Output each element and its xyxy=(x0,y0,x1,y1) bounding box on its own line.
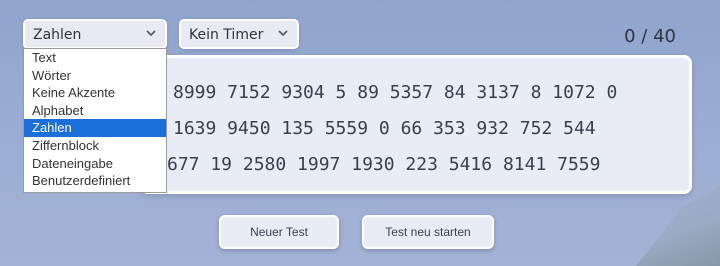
chevron-down-icon xyxy=(278,30,288,37)
dropdown-option-woerter[interactable]: Wörter xyxy=(24,67,166,85)
chevron-down-icon xyxy=(146,30,156,37)
test-text-line: 1639 9450 135 5559 0 66 353 932 752 544 xyxy=(173,118,596,139)
timer-select[interactable]: Kein Timer xyxy=(179,19,299,49)
mode-dropdown-list: Text Wörter Keine Akzente Alphabet Zahle… xyxy=(23,48,167,193)
dropdown-option-keine-akzente[interactable]: Keine Akzente xyxy=(24,84,166,102)
background-mountain xyxy=(636,186,720,266)
dropdown-option-alphabet[interactable]: Alphabet xyxy=(24,102,166,120)
restart-test-button[interactable]: Test neu starten xyxy=(362,215,494,249)
test-text-panel[interactable]: 8999 7152 9304 5 89 5357 84 3137 8 1072 … xyxy=(140,55,692,194)
timer-select-value: Kein Timer xyxy=(189,27,264,43)
dropdown-option-dateneingabe[interactable]: Dateneingabe xyxy=(24,155,166,173)
test-text-line: 677 19 2580 1997 1930 223 5416 8141 7559 xyxy=(167,154,601,175)
dropdown-option-ziffernblock[interactable]: Ziffernblock xyxy=(24,137,166,155)
dropdown-option-zahlen[interactable]: Zahlen xyxy=(24,119,166,137)
dropdown-option-text[interactable]: Text xyxy=(24,49,166,67)
test-text-line: 8999 7152 9304 5 89 5357 84 3137 8 1072 … xyxy=(173,82,618,103)
word-counter: 0 / 40 xyxy=(624,26,676,47)
mode-select[interactable]: Zahlen xyxy=(23,19,167,49)
dropdown-option-benutzerdefiniert[interactable]: Benutzerdefiniert xyxy=(24,172,166,190)
new-test-button[interactable]: Neuer Test xyxy=(219,215,339,249)
mode-select-value: Zahlen xyxy=(33,27,82,43)
